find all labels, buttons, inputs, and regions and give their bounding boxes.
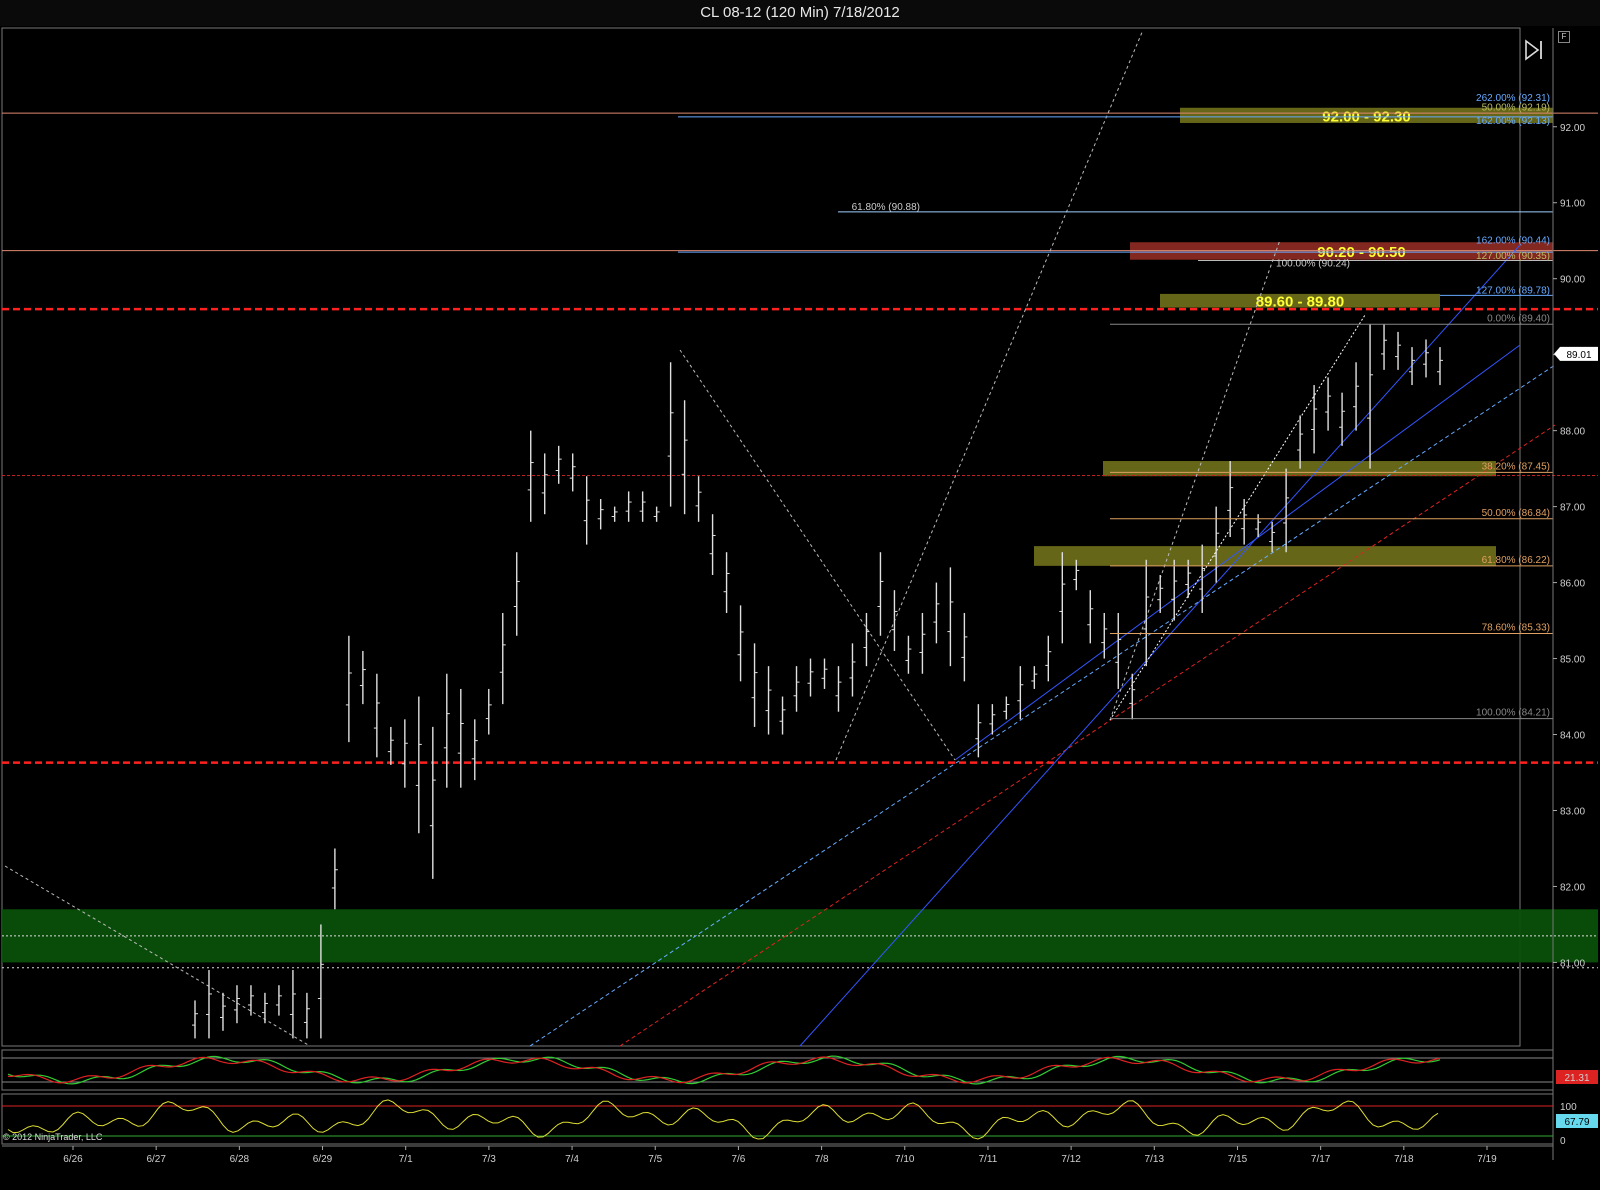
time-tick-label: 7/18	[1394, 1154, 1414, 1165]
fib-retracement-label: 50.00% (86.84)	[1482, 508, 1550, 519]
indicator2-tick-label: 0	[1560, 1136, 1566, 1147]
fib-extension-label: 127.00% (89.78)	[1476, 285, 1550, 296]
indicator1-frame	[1, 1049, 1554, 1091]
fib-retracement-label: 100.00% (84.21)	[1476, 708, 1550, 719]
trend-lines	[4, 29, 1556, 1047]
time-tick-label: 7/10	[895, 1154, 915, 1165]
horizontal-levels	[2, 112, 1598, 969]
fib-retracement-label: 78.60% (85.33)	[1482, 622, 1550, 633]
time-tick-label: 6/27	[146, 1154, 166, 1165]
time-tick-label: 7/3	[482, 1154, 496, 1165]
price-tick-label: 83.00	[1560, 806, 1585, 817]
fib-extension-label: 127.00% (90.35)	[1476, 251, 1550, 262]
copyright-text: © 2012 NinjaTrader, LLC	[3, 1132, 103, 1142]
price-panel-frame	[1, 27, 1521, 1047]
price-tick-label: 87.00	[1560, 503, 1585, 514]
price-zone	[1034, 546, 1496, 566]
price-tick-label: 84.00	[1560, 731, 1585, 742]
time-tick-label: 7/1	[399, 1154, 413, 1165]
time-tick-label: 6/29	[313, 1154, 333, 1165]
price-axis: 92.0091.0090.0089.0088.0087.0086.0085.00…	[1552, 28, 1598, 1160]
indicator-panels: 21.31 100 0 67.79	[1, 1049, 1598, 1147]
time-tick-label: 6/26	[63, 1154, 83, 1165]
fib-extension-label: 162.00% (90.44)	[1476, 235, 1550, 246]
time-tick-label: 7/17	[1311, 1154, 1331, 1165]
fib-retracement-label: 38.20% (87.45)	[1482, 461, 1550, 472]
price-tick-label: 85.00	[1560, 655, 1585, 666]
fib-extension-label: 50.00% (92.19)	[1482, 102, 1550, 113]
price-tick-label: 92.00	[1560, 123, 1585, 134]
price-tick-label: 86.00	[1560, 579, 1585, 590]
time-tick-label: 7/6	[731, 1154, 745, 1165]
price-zones: 92.00 - 92.3090.20 - 90.5089.60 - 89.80	[1, 27, 1598, 1047]
indicator1-d-line	[8, 1056, 1441, 1084]
indicator2-tick-label: 100	[1560, 1102, 1577, 1113]
time-tick-label: 7/5	[648, 1154, 662, 1165]
price-tick-label: 90.00	[1560, 275, 1585, 286]
trend-line	[679, 349, 956, 761]
price-tick-label: 91.00	[1560, 199, 1585, 210]
time-tick-label: 7/12	[1061, 1154, 1081, 1165]
time-tick-label: 6/28	[230, 1154, 250, 1165]
time-tick-label: 7/19	[1477, 1154, 1497, 1165]
price-tick-label: 82.00	[1560, 882, 1585, 893]
time-axis: 6/26 6/27 6/28 6/29 7/1 7/3 7/4 7/5 7/6 7/8 7/10 7/…	[2, 1145, 1553, 1165]
fib-retracement-label: 61.80% (86.22)	[1482, 555, 1550, 566]
indicator2-value: 67.79	[1564, 1117, 1589, 1128]
price-tick-label: 88.00	[1560, 427, 1585, 438]
time-tick-label: 7/8	[815, 1154, 829, 1165]
fib-extension-label: 162.00% (92.13)	[1476, 116, 1550, 127]
price-chart[interactable]: 92.00 - 92.3090.20 - 90.5089.60 - 89.80 …	[0, 0, 1600, 1190]
trend-line	[1109, 239, 1281, 721]
fib-retracement-label: 0.00% (89.40)	[1487, 313, 1550, 324]
indicator1-value: 21.31	[1564, 1073, 1589, 1084]
time-tick-label: 7/13	[1145, 1154, 1165, 1165]
indicator1-k-line	[7, 1055, 1441, 1085]
price-tick-label: 81.00	[1560, 958, 1585, 969]
last-price-label: 89.01	[1566, 350, 1591, 361]
time-tick-label: 7/4	[565, 1154, 579, 1165]
time-tick-label: 7/11	[979, 1154, 998, 1165]
time-tick-label: 7/15	[1228, 1154, 1248, 1165]
fibonacci-labels: 0.00% (89.40) 38.20% (87.45) 50.00% (86.84…	[852, 93, 1553, 720]
fib-extension-label: 100.00% (90.24)	[1276, 258, 1350, 269]
fib-extension-label: 61.80% (90.88)	[852, 202, 920, 213]
